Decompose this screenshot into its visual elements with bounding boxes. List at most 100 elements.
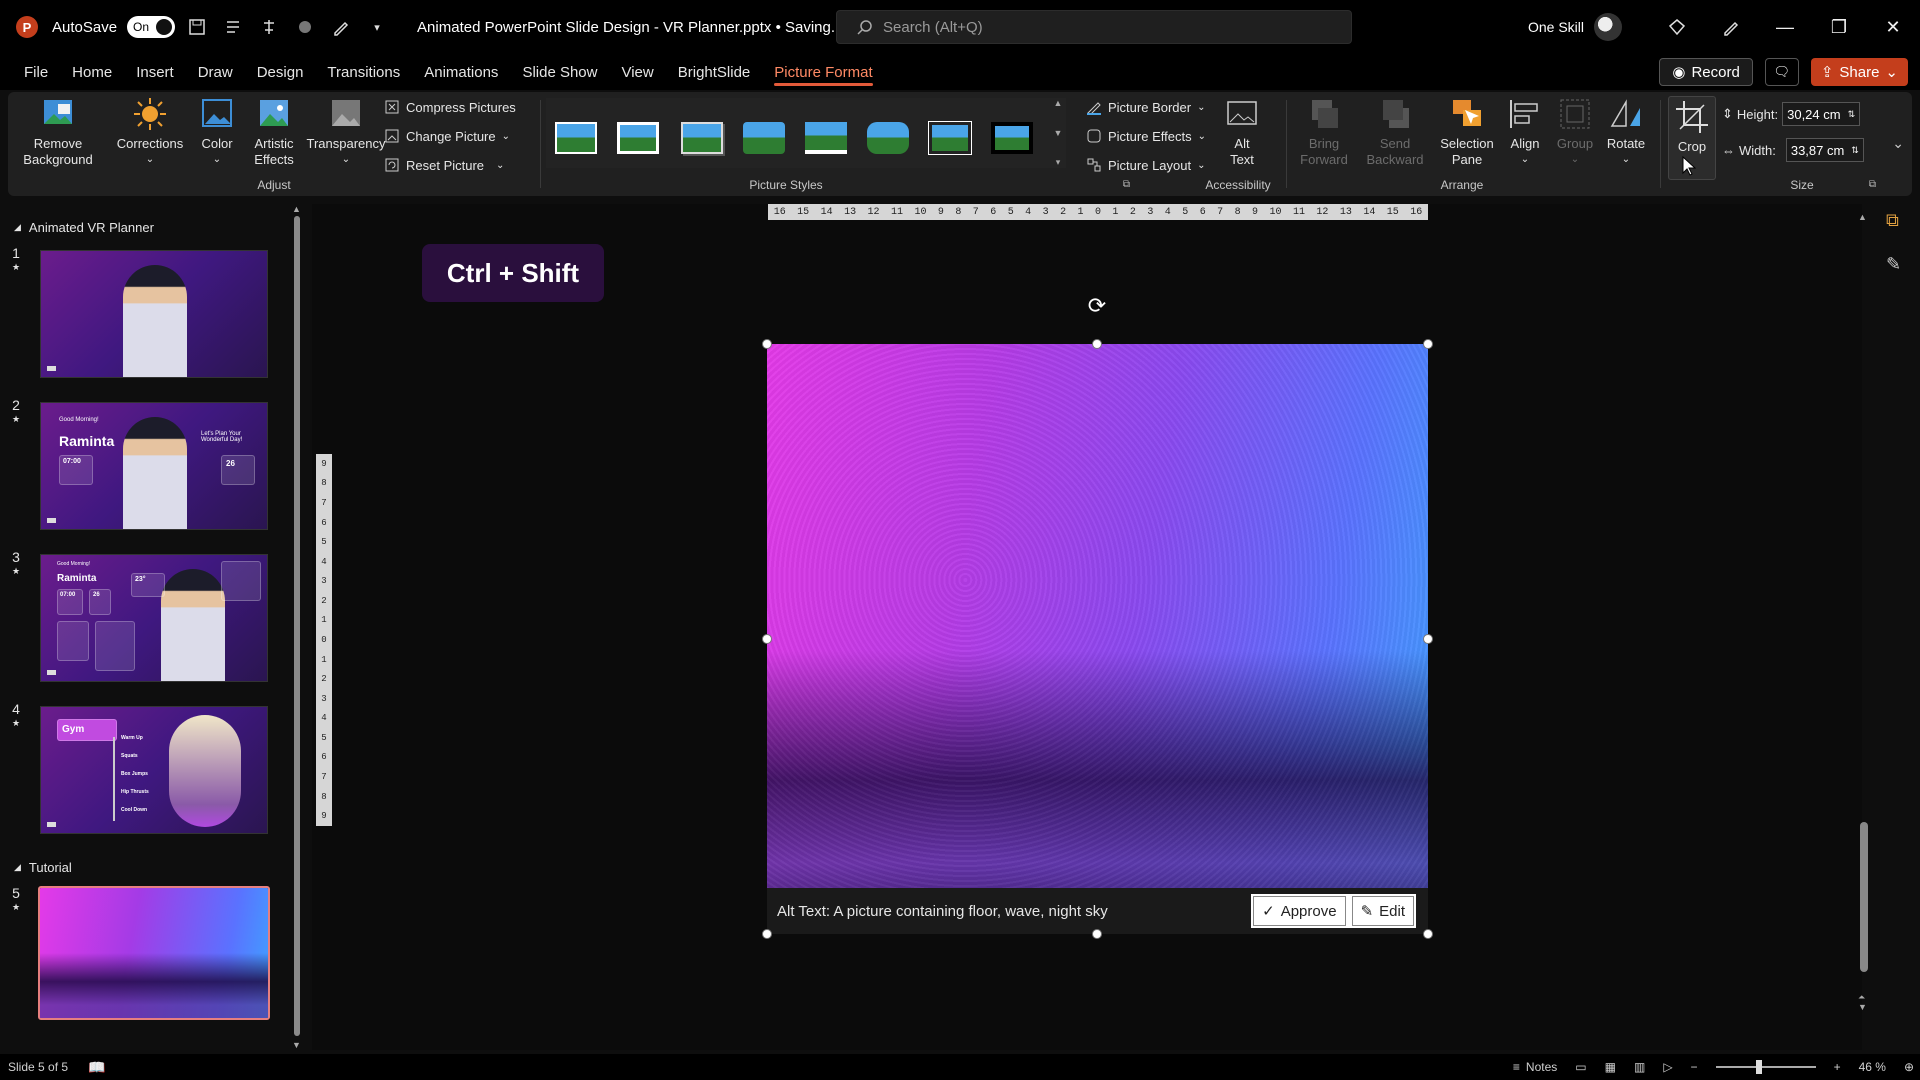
gallery-scroll[interactable]: ▲ ▼ ▾ (1050, 98, 1066, 168)
zoom-slider[interactable] (1715, 1060, 1816, 1074)
collapse-ribbon-icon[interactable]: ⌄ (1892, 135, 1904, 152)
minimize-icon[interactable]: — (1758, 0, 1812, 54)
reading-view-icon[interactable]: ▥ (1634, 1060, 1645, 1074)
picture-style-1[interactable] (552, 118, 600, 158)
change-picture-button[interactable]: Change Picture ⌄ (384, 125, 510, 147)
scroll-down-icon[interactable]: ▼ (1858, 1002, 1867, 1012)
normal-view-icon[interactable]: ▭ (1575, 1060, 1586, 1074)
record-button[interactable]: ◉ Record (1659, 58, 1753, 86)
slide-thumbnail-1[interactable] (40, 250, 268, 378)
picture-style-5[interactable] (802, 118, 850, 158)
thumbnail-scrollbar[interactable] (294, 216, 300, 1036)
selection-pane-button[interactable]: Selection Pane (1434, 96, 1500, 168)
autosave-toggle[interactable]: On (127, 16, 176, 38)
picture-style-3[interactable] (678, 118, 726, 158)
tab-file[interactable]: File (12, 54, 60, 90)
tab-view[interactable]: View (609, 54, 665, 90)
tab-draw[interactable]: Draw (186, 54, 245, 90)
slide-thumbnail-3[interactable]: Good Morning! Raminta 07:00 26 23° (40, 554, 268, 682)
resize-handle-top[interactable] (1092, 339, 1102, 349)
align-button[interactable]: Align ⌄ (1500, 96, 1550, 168)
scrollbar-thumb[interactable] (294, 216, 300, 1036)
zoom-in-icon[interactable]: + (1834, 1060, 1841, 1074)
qat-shape-icon[interactable] (291, 13, 319, 41)
fit-to-window-icon[interactable]: ⊕ (1904, 1060, 1914, 1074)
tab-insert[interactable]: Insert (124, 54, 186, 90)
scroll-down-icon[interactable]: ▼ (292, 1040, 301, 1050)
compress-pictures-button[interactable]: Compress Pictures (384, 96, 516, 118)
slide-thumbnail-4[interactable]: Gym Warm Up Squats Box Jumps Hip Thrusts… (40, 706, 268, 834)
qat-align-icon[interactable] (255, 13, 283, 41)
alt-text-button[interactable]: Alt Text (1214, 96, 1270, 168)
canvas-scrollbar[interactable]: ▼ ▲ ⏶ (1858, 212, 1870, 1032)
transparency-button[interactable]: Transparency ⌄ (306, 96, 386, 168)
format-pane-icon[interactable]: ✎ (1886, 254, 1901, 275)
picture-style-4[interactable] (740, 118, 788, 158)
gallery-more-icon[interactable]: ▾ (1056, 157, 1061, 168)
qat-format-icon[interactable] (219, 13, 247, 41)
resize-handle-bottom[interactable] (1092, 929, 1102, 939)
tab-animations[interactable]: Animations (412, 54, 510, 90)
slide-thumbnail-5[interactable] (38, 886, 270, 1020)
zoom-slider-thumb[interactable] (1755, 1060, 1762, 1074)
notes-button[interactable]: ≡ Notes (1513, 1060, 1557, 1074)
remove-background-button[interactable]: Remove Background (22, 96, 94, 168)
designer-icon[interactable]: ⧉ (1886, 210, 1899, 231)
zoom-level[interactable]: 46 % (1859, 1060, 1886, 1074)
spinner-icon[interactable]: ⇅ (1848, 109, 1856, 120)
chevron-down-icon[interactable]: ▼ (1054, 128, 1063, 138)
search-input[interactable]: Search (Alt+Q) (836, 10, 1352, 44)
slideshow-icon[interactable]: ▷ (1663, 1060, 1672, 1074)
resize-handle-left[interactable] (762, 634, 772, 644)
tab-brightslide[interactable]: BrightSlide (666, 54, 763, 90)
rotate-button[interactable]: Rotate ⌄ (1600, 96, 1652, 168)
scroll-up-icon[interactable]: ▲ (292, 204, 301, 214)
tab-home[interactable]: Home (60, 54, 124, 90)
scroll-up-icon[interactable]: ▲ (1858, 212, 1867, 222)
chevron-up-icon[interactable]: ▲ (1054, 98, 1063, 108)
section-header-tutorial[interactable]: ◢ Tutorial (14, 860, 72, 875)
color-button[interactable]: Color ⌄ (192, 96, 242, 168)
avatar[interactable] (1594, 13, 1622, 41)
edit-button[interactable]: ✎ Edit (1351, 896, 1414, 926)
tab-picture-format[interactable]: Picture Format (762, 54, 884, 90)
artistic-effects-button[interactable]: Artistic Effects (242, 96, 306, 168)
slide-sorter-icon[interactable]: ▦ (1605, 1060, 1616, 1074)
qat-draw-icon[interactable] (327, 13, 355, 41)
slide-thumbnail-2[interactable]: Good Morning! Raminta 07:00 Let's Plan Y… (40, 402, 268, 530)
resize-handle-right[interactable] (1423, 634, 1433, 644)
diamond-icon[interactable] (1650, 0, 1704, 54)
picture-style-6[interactable] (864, 118, 912, 158)
width-input[interactable]: 33,87 cm ⇅ (1785, 138, 1864, 162)
picture-effects-button[interactable]: Picture Effects ⌄ (1086, 125, 1206, 147)
reset-picture-button[interactable]: Reset Picture ⌄ (384, 154, 504, 176)
picture-style-8[interactable] (988, 118, 1036, 158)
picture-style-2[interactable] (614, 118, 662, 158)
send-backward-button[interactable]: Send Backward (1358, 96, 1432, 168)
scrollbar-thumb[interactable] (1860, 822, 1868, 972)
qat-customize-icon[interactable]: ▾ (363, 13, 391, 41)
resize-handle-top-right[interactable] (1423, 339, 1433, 349)
dialog-launcher-icon[interactable]: ⧉ (1123, 179, 1130, 190)
corrections-button[interactable]: Corrections ⌄ (112, 96, 188, 168)
document-title[interactable]: Animated PowerPoint Slide Design - VR Pl… (417, 18, 862, 37)
height-input[interactable]: 30,24 cm ⇅ (1782, 102, 1861, 126)
picture-border-button[interactable]: Picture Border ⌄ (1086, 96, 1205, 118)
user-name[interactable]: One Skill (1528, 19, 1584, 35)
collapse-triangle-icon[interactable]: ◢ (14, 222, 21, 233)
restore-icon[interactable]: ❐ (1812, 0, 1866, 54)
accessibility-check-icon[interactable]: 📖 (88, 1059, 105, 1076)
share-button[interactable]: ⇪ Share ⌄ (1810, 58, 1908, 86)
rotate-handle-icon[interactable]: ⟳ (1085, 293, 1109, 318)
zoom-out-icon[interactable]: − (1691, 1060, 1698, 1074)
tab-slide-show[interactable]: Slide Show (510, 54, 609, 90)
comments-button[interactable]: 🗨 (1764, 58, 1799, 86)
bring-forward-button[interactable]: Bring Forward (1292, 96, 1356, 168)
resize-handle-bottom-right[interactable] (1423, 929, 1433, 939)
tab-transitions[interactable]: Transitions (315, 54, 412, 90)
group-button[interactable]: Group ⌄ (1550, 96, 1600, 168)
pen-icon[interactable] (1704, 0, 1758, 54)
section-header-vr-planner[interactable]: ◢ Animated VR Planner (14, 220, 154, 235)
picture-layout-button[interactable]: Picture Layout ⌄ (1086, 154, 1206, 176)
picture-styles-gallery[interactable]: ▲ ▼ ▾ (546, 98, 1066, 168)
